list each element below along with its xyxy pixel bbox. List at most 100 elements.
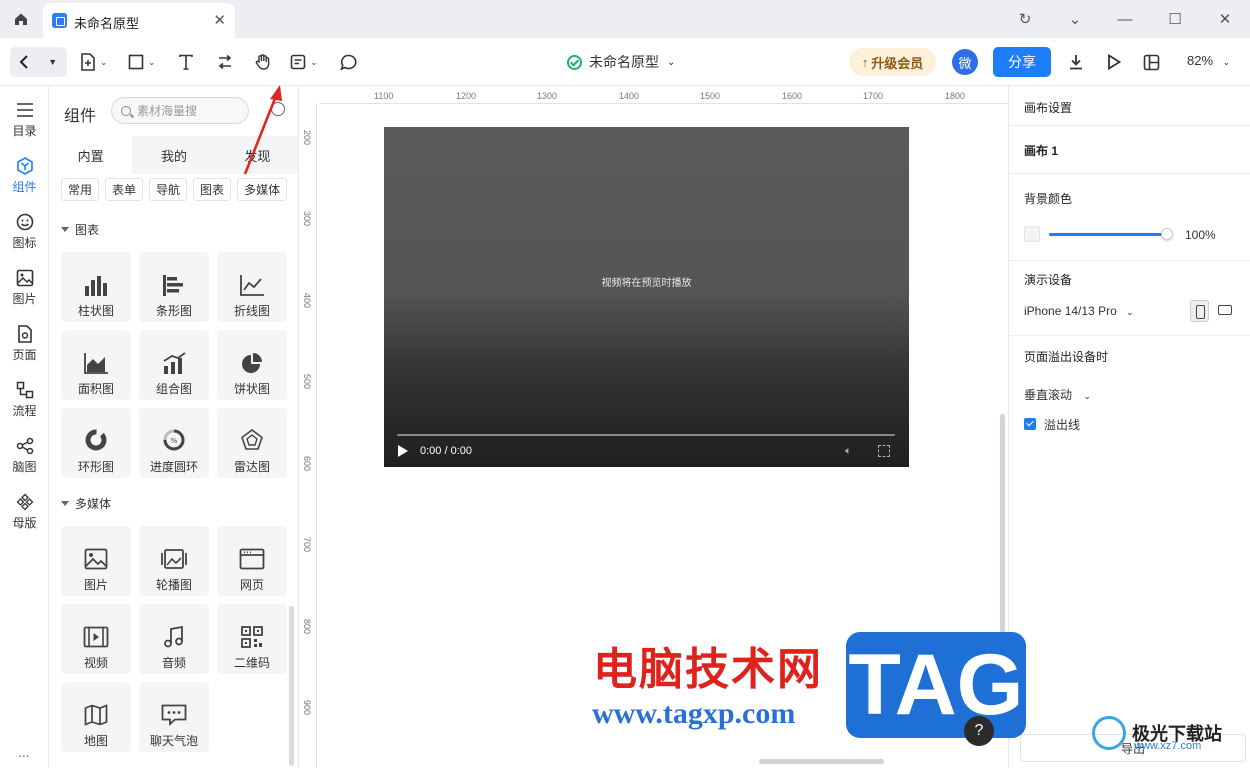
device-select[interactable]: iPhone 14/13 Pro ⌄ xyxy=(1024,304,1134,318)
left-icon-rail: 目录 组件 图标 图片 页面 流程 脑图 母版 ... xyxy=(0,86,49,768)
canvas-horizontal-scrollbar[interactable] xyxy=(759,759,884,764)
tile-progress-ring[interactable]: % 进度圆环 xyxy=(139,408,209,478)
opacity-value[interactable]: 100% xyxy=(1185,228,1216,242)
ruler-tick-label: 800 xyxy=(302,619,312,635)
combo-chart-icon xyxy=(163,352,186,374)
layout-toggle-button[interactable] xyxy=(1143,48,1160,76)
watermark-site-name: 电脑技术网 xyxy=(593,644,823,695)
canvas-name[interactable]: 画布 1 xyxy=(1024,142,1058,159)
document-name-dropdown[interactable]: 未命名原型 ⌄ xyxy=(567,52,675,72)
panel-scrollbar[interactable] xyxy=(289,606,294,766)
main-toolbar: ▼ ⌄ ⌄ ⌄ 未命名原型 ⌄ ↑ 升级会员 微 分享 82% ⌄ xyxy=(0,38,1250,86)
connector-tool-button[interactable] xyxy=(217,48,233,76)
progress-ring-icon: % xyxy=(163,429,185,451)
volume-icon[interactable]: 🔈︎ xyxy=(845,445,852,458)
add-page-button[interactable]: ⌄ xyxy=(80,48,108,76)
maximize-button[interactable]: ☐ xyxy=(1150,0,1200,38)
chip-navigation[interactable]: 导航 xyxy=(149,178,188,201)
portrait-orientation-button[interactable] xyxy=(1190,300,1209,322)
rail-item-master[interactable]: 母版 xyxy=(0,490,49,540)
tile-map[interactable]: 地图 xyxy=(61,682,131,752)
zoom-dropdown[interactable]: 82% ⌄ xyxy=(1187,53,1230,68)
tab-builtin[interactable]: 内置 xyxy=(49,136,133,174)
comment-icon xyxy=(340,54,357,70)
home-button[interactable] xyxy=(0,0,42,38)
tile-image[interactable]: 图片 xyxy=(61,526,131,596)
tile-horizontal-bar-chart[interactable]: 条形图 xyxy=(139,252,209,322)
back-button[interactable] xyxy=(10,47,39,77)
device-value: iPhone 14/13 Pro xyxy=(1024,304,1117,318)
avatar[interactable]: 微 xyxy=(952,49,978,75)
rail-item-icons[interactable]: 图标 xyxy=(0,210,49,260)
help-button[interactable]: ? xyxy=(964,716,994,746)
comment-tool-button[interactable] xyxy=(340,48,357,76)
tile-label: 面积图 xyxy=(77,382,114,396)
video-progress-bar[interactable] xyxy=(397,434,895,436)
rail-item-images[interactable]: 图片 xyxy=(0,266,49,316)
tile-qrcode[interactable]: 二维码 xyxy=(217,604,287,674)
tile-pie-chart[interactable]: 饼状图 xyxy=(217,330,287,400)
rail-item-pages[interactable]: 页面 xyxy=(0,322,49,372)
chip-chart[interactable]: 图表 xyxy=(193,178,232,201)
search-input[interactable]: 素材海量搜 xyxy=(111,97,249,124)
properties-panel: 画布设置 画布 1 背景颜色 100% 演示设备 iPhone 14/13 Pr… xyxy=(1008,86,1250,768)
rail-item-flow[interactable]: 流程 xyxy=(0,378,49,428)
download-button[interactable] xyxy=(1068,48,1084,76)
tile-ring-chart[interactable]: 环形图 xyxy=(61,408,131,478)
refresh-icon[interactable]: ↻ xyxy=(1000,0,1050,38)
section-media-header[interactable]: 多媒体 xyxy=(61,495,111,512)
webpage-icon xyxy=(239,548,265,570)
rail-item-components[interactable]: 组件 xyxy=(0,154,49,204)
annotation-arrow xyxy=(243,85,282,175)
tile-bar-chart[interactable]: 柱状图 xyxy=(61,252,131,322)
chevron-down-icon[interactable]: ⌄ xyxy=(1050,0,1100,38)
document-tab[interactable]: 未命名原型 ✕ xyxy=(43,3,235,38)
tile-audio[interactable]: 音频 xyxy=(139,604,209,674)
tile-radar-chart[interactable]: 雷达图 xyxy=(217,408,287,478)
text-icon xyxy=(179,54,193,70)
music-note-icon xyxy=(164,626,183,648)
tile-area-chart[interactable]: 面积图 xyxy=(61,330,131,400)
tab-close-icon[interactable]: ✕ xyxy=(213,11,226,29)
fullscreen-icon[interactable] xyxy=(878,445,890,457)
chip-media[interactable]: 多媒体 xyxy=(237,178,288,201)
tab-mine[interactable]: 我的 xyxy=(132,136,215,174)
device-label: 演示设备 xyxy=(1024,273,1073,287)
text-tool-button[interactable] xyxy=(178,48,194,76)
rail-item-mindmap[interactable]: 脑图 xyxy=(0,434,49,484)
shape-tool-button[interactable]: ⌄ xyxy=(128,48,156,76)
tile-combo-chart[interactable]: 组合图 xyxy=(139,330,209,400)
hand-tool-button[interactable] xyxy=(254,48,272,76)
bg-color-swatch[interactable] xyxy=(1024,226,1040,242)
tile-carousel[interactable]: 轮播图 xyxy=(139,526,209,596)
area-chart-icon xyxy=(84,353,108,374)
overflow-line-checkbox[interactable] xyxy=(1024,418,1036,430)
scroll-mode-select[interactable]: 垂直滚动 ⌄ xyxy=(1024,386,1091,403)
share-button[interactable]: 分享 xyxy=(993,47,1051,77)
hand-icon xyxy=(255,54,270,70)
tile-webpage[interactable]: 网页 xyxy=(217,526,287,596)
minimize-button[interactable]: — xyxy=(1100,0,1150,38)
opacity-slider-handle[interactable] xyxy=(1161,228,1173,240)
rail-item-directory[interactable]: 目录 xyxy=(0,98,49,148)
note-tool-button[interactable]: ⌄ xyxy=(290,48,318,76)
search-placeholder: 素材海量搜 xyxy=(137,104,198,118)
video-component[interactable]: 视频将在预览时播放 0:00 / 0:00 🔈︎ xyxy=(384,127,909,467)
canvas-vertical-scrollbar[interactable] xyxy=(1000,414,1005,634)
more-button[interactable]: ... xyxy=(18,744,30,760)
section-charts-header[interactable]: 图表 xyxy=(61,221,99,238)
tile-chat-bubble[interactable]: 聊天气泡 xyxy=(139,682,209,752)
collapse-triangle-icon xyxy=(61,227,69,232)
chip-form[interactable]: 表单 xyxy=(105,178,144,201)
chip-common[interactable]: 常用 xyxy=(61,178,100,201)
component-icon xyxy=(16,157,33,175)
landscape-orientation-button[interactable] xyxy=(1218,305,1232,315)
history-dropdown-button[interactable]: ▼ xyxy=(39,47,68,77)
preview-button[interactable] xyxy=(1107,48,1121,76)
tile-video[interactable]: 视频 xyxy=(61,604,131,674)
play-icon[interactable] xyxy=(398,445,408,457)
tile-line-chart[interactable]: 折线图 xyxy=(217,252,287,322)
close-button[interactable]: ✕ xyxy=(1200,0,1250,38)
opacity-slider-track[interactable] xyxy=(1049,233,1173,236)
upgrade-button[interactable]: ↑ 升级会员 xyxy=(849,48,936,76)
